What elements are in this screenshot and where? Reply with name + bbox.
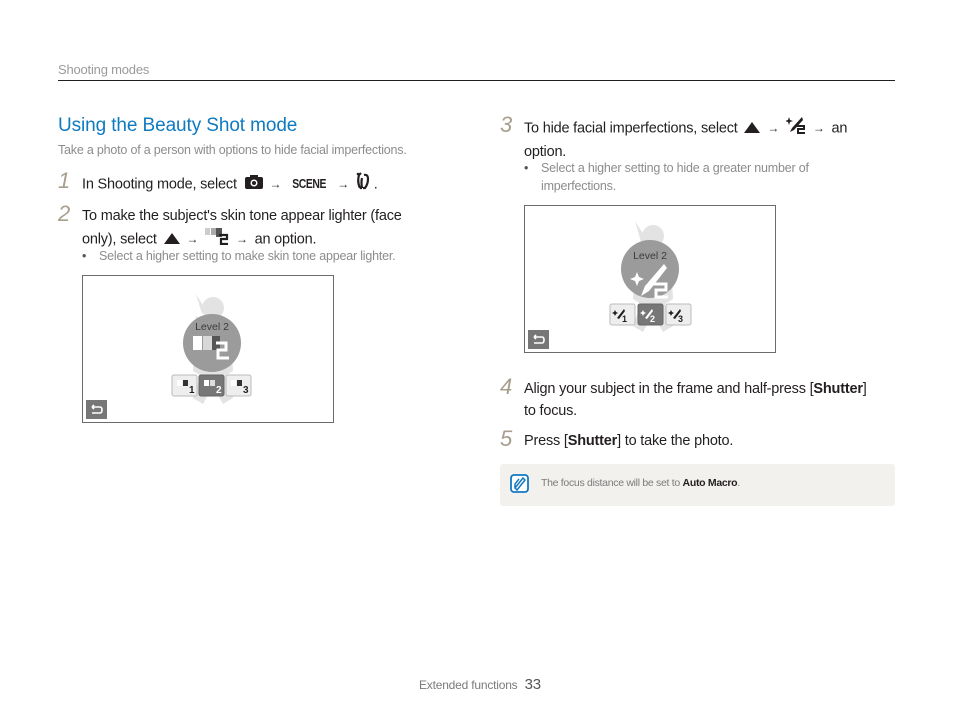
footer-section: Extended functions xyxy=(419,678,518,692)
note-box: The focus distance will be set to Auto M… xyxy=(500,464,895,506)
auto-macro-label: Auto Macro xyxy=(682,477,738,489)
section-title: Using the Beauty Shot mode xyxy=(58,115,298,136)
camera-screen-face-retouch: 1 2 3 Level 2 xyxy=(524,205,776,353)
svg-text:2: 2 xyxy=(650,314,655,324)
svg-text:1: 1 xyxy=(189,385,195,396)
step-number: 3 xyxy=(500,112,513,137)
arrow: → xyxy=(269,177,282,192)
arrow: → xyxy=(812,121,825,136)
shutter-key: Shutter xyxy=(567,433,618,449)
step-4: 4 Align your subject in the frame and ha… xyxy=(500,376,867,422)
step-number: 5 xyxy=(500,426,513,451)
step-3-bullet: Select a higher setting to hide a greate… xyxy=(523,159,809,195)
back-button xyxy=(86,400,107,419)
step-text: to focus. xyxy=(524,403,578,419)
level-label: Level 2 xyxy=(633,250,667,262)
option-buttons: 1 2 3 xyxy=(171,374,252,397)
step-text: an xyxy=(831,120,848,137)
screen-illustration: 1 2 3 xyxy=(528,221,692,349)
up-triangle-icon xyxy=(744,118,761,140)
scene-icon: SCENE xyxy=(292,176,327,192)
step-text: To hide facial imperfections, select xyxy=(524,120,738,137)
step-text: To make the subject's skin tone appear l… xyxy=(82,208,402,224)
face-retouch-icon xyxy=(784,116,806,141)
step-number: 2 xyxy=(58,201,71,226)
svg-text:3: 3 xyxy=(678,314,683,324)
note-text: The focus distance will be set to Auto M… xyxy=(541,477,740,489)
step-2: 2 To make the subject's skin tone appear… xyxy=(58,203,402,252)
level-label: Level 2 xyxy=(195,321,229,333)
step-text: Press [ xyxy=(524,433,568,449)
svg-text:2: 2 xyxy=(216,385,222,396)
option-buttons: 1 2 3 xyxy=(609,303,692,326)
page-footer: Extended functions 33 xyxy=(419,676,541,693)
camera-screen-face-tone: 1 2 3 Level 2 xyxy=(82,275,334,423)
header-rule xyxy=(58,80,895,81)
beauty-shot-icon xyxy=(356,172,370,197)
step-text: an option. xyxy=(254,231,317,248)
step-number: 1 xyxy=(58,168,71,193)
step-number: 4 xyxy=(500,374,513,399)
arrow: → xyxy=(767,121,780,136)
step-3: 3 To hide facial imperfections, select →… xyxy=(500,114,848,163)
shutter-key: Shutter xyxy=(813,381,863,397)
step-text: In Shooting mode, select xyxy=(82,176,237,193)
section-subtitle: Take a photo of a person with options to… xyxy=(58,143,407,157)
arrow: → xyxy=(337,177,350,192)
svg-text:1: 1 xyxy=(622,314,627,324)
screen-illustration: 1 2 3 xyxy=(86,294,252,419)
camera-icon xyxy=(244,174,263,196)
step-text: Align your subject in the frame and half… xyxy=(524,381,814,397)
step-2-bullet: Select a higher setting to make skin ton… xyxy=(81,247,396,265)
svg-text:3: 3 xyxy=(243,385,249,396)
step-5: 5 Press [Shutter] to take the photo. xyxy=(500,426,734,451)
step-1: 1 In Shooting mode, select → SCENE → . xyxy=(58,170,378,197)
note-pencil-icon xyxy=(510,474,529,498)
page-number: 33 xyxy=(524,676,542,693)
running-head: Shooting modes xyxy=(58,62,150,77)
back-button xyxy=(528,330,549,349)
step-text: only), select xyxy=(82,231,157,248)
